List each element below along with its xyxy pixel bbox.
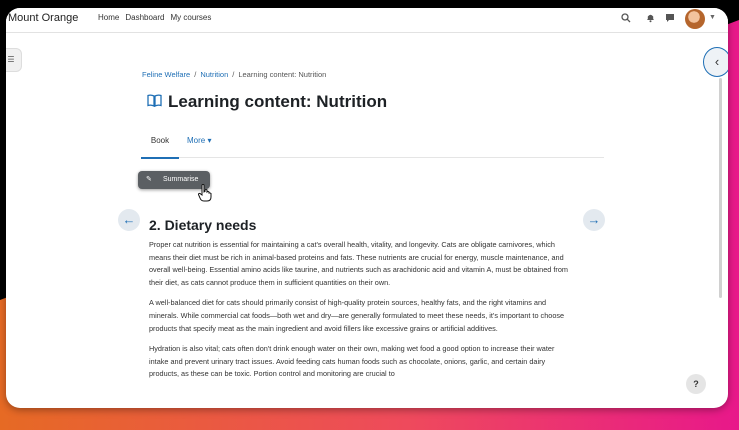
- breadcrumb-separator: /: [232, 70, 235, 79]
- nav-my-courses-link[interactable]: My courses: [170, 13, 211, 22]
- summarise-label: Summarise: [163, 176, 199, 183]
- book-icon: [147, 94, 162, 110]
- avatar[interactable]: [685, 9, 705, 29]
- tab-more[interactable]: More ▾: [187, 136, 211, 145]
- paragraph: A well-balanced diet for cats should pri…: [149, 298, 565, 333]
- chevron-down-icon[interactable]: ▼: [709, 14, 716, 21]
- previous-chapter-button[interactable]: ←: [118, 209, 140, 231]
- breadcrumb-item-feline-welfare[interactable]: Feline Welfare: [142, 70, 190, 79]
- breadcrumb: Feline Welfare / Nutrition / Learning co…: [142, 70, 326, 79]
- chevron-left-icon: ‹: [714, 54, 720, 69]
- tab-book[interactable]: Book: [141, 136, 179, 159]
- scrollbar[interactable]: [719, 78, 722, 298]
- page-title: Learning content: Nutrition: [168, 92, 388, 111]
- arrow-right-icon: →: [587, 212, 601, 227]
- bell-icon[interactable]: [646, 13, 655, 25]
- browser-window: Mount Orange Home Dashboard My courses ▼…: [6, 8, 728, 408]
- paragraph: Hydration is also vital; cats often don'…: [149, 344, 555, 379]
- course-index-toggle[interactable]: ☰: [6, 48, 22, 72]
- nav-home-link[interactable]: Home: [98, 13, 119, 22]
- list-icon: ☰: [7, 55, 15, 64]
- primary-navigation: Home Dashboard My courses: [98, 13, 211, 22]
- paragraph: Proper cat nutrition is essential for ma…: [149, 240, 568, 287]
- help-button[interactable]: ?: [686, 374, 706, 394]
- chapter-title: 2. Dietary needs: [149, 217, 257, 233]
- sparkle-icon: ✎: [146, 176, 152, 183]
- chat-icon[interactable]: [665, 13, 675, 25]
- breadcrumb-item-current: Learning content: Nutrition: [238, 70, 327, 79]
- nav-dashboard-link[interactable]: Dashboard: [125, 13, 164, 22]
- site-name[interactable]: Mount Orange: [8, 12, 78, 24]
- search-icon[interactable]: [621, 13, 631, 25]
- next-chapter-button[interactable]: →: [583, 209, 605, 231]
- block-drawer-toggle[interactable]: ‹: [703, 47, 728, 77]
- hand-cursor-icon: [197, 184, 212, 207]
- arrow-left-icon: ←: [122, 212, 136, 227]
- chapter-content: Proper cat nutrition is essential for ma…: [149, 239, 574, 389]
- breadcrumb-separator: /: [194, 70, 197, 79]
- page-header: Learning content: Nutrition: [147, 92, 387, 112]
- breadcrumb-item-nutrition[interactable]: Nutrition: [200, 70, 228, 79]
- secondary-navigation: Book More ▾: [141, 131, 604, 159]
- top-navbar: Mount Orange Home Dashboard My courses ▼: [6, 8, 728, 33]
